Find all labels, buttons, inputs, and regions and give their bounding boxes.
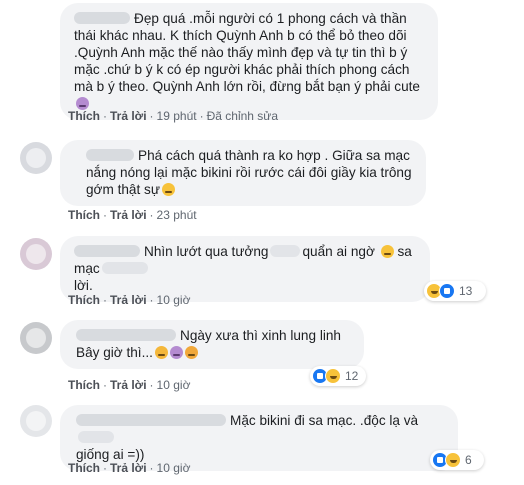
reaction-count: 13 [459,284,473,298]
reply-link[interactable]: Trả lời [110,109,147,123]
avatar[interactable] [20,142,52,174]
timestamp[interactable]: 10 giờ [157,461,191,475]
separator-dot: · [149,461,154,475]
comment-text-line2: Bây giờ thì... [76,345,153,360]
comment-bubble: Ngày xưa thì xinh lung linh Bây giờ thì..… [60,320,364,369]
avatar[interactable] [20,405,52,437]
like-link[interactable]: Thích [68,208,100,222]
redacted-text [270,245,301,257]
comment-actions: Thích · Trả lời · 10 giờ [68,461,190,475]
comment-text-line1: Ngày xưa thì xinh lung linh [180,328,341,343]
separator-dot: · [149,293,154,307]
comment-text-a: Nhìn lướt qua tưởng [144,244,269,259]
comment-actions: Thích · Trả lời · 19 phút · Đã chỉnh sửa [68,109,278,123]
commenter-name[interactable] [74,245,140,257]
avatar[interactable] [20,238,52,270]
redacted-text [78,431,114,443]
reaction-count: 6 [465,453,472,467]
separator-dot: · [149,378,154,392]
sweat-smile-emoji-icon [161,183,175,196]
reaction-summary[interactable]: 13 [424,281,486,301]
timestamp[interactable]: 19 phút [157,109,197,123]
avatar[interactable] [20,322,52,354]
separator-dot: · [103,461,107,475]
comment-text-b: giống ai =)) [76,447,145,462]
separator-dot: · [149,208,154,222]
comment-text-a: Mặc bikini đi sa mạc. .độc lạ và [230,413,419,428]
timestamp[interactable]: 23 phút [157,208,197,222]
shocked-face-emoji-icon [184,346,198,359]
separator-dot: · [199,109,204,123]
separator-dot: · [103,293,107,307]
comment-bubble: Đẹp quá .mỗi người có 1 phong cách và th… [60,3,438,120]
haha-icon [445,452,461,468]
comment-bubble: Phá cách quá thành ra ko hợp . Giữa sa m… [60,140,426,206]
avatar-blur [26,328,46,348]
timestamp[interactable]: 10 giờ [157,293,191,307]
comment-text-d: lời. [74,278,93,293]
edited-label[interactable]: Đã chỉnh sửa [207,109,278,123]
commenter-name[interactable] [76,414,226,426]
commenter-name[interactable] [86,149,134,161]
reply-link[interactable]: Trả lời [110,461,147,475]
woman-shrug-emoji-icon [169,346,183,359]
comment-text-b: quẩn ai ngờ [302,244,375,259]
comment-text: Phá cách quá thành ra ko hợp . Giữa sa m… [86,148,412,197]
separator-dot: · [103,378,107,392]
like-icon [439,283,455,299]
like-link[interactable]: Thích [68,293,100,307]
like-link[interactable]: Thích [68,378,100,392]
smile-emoji-icon [380,245,394,258]
reaction-summary[interactable]: 12 [310,366,366,386]
crying-face-emoji-icon [154,346,168,359]
like-link[interactable]: Thích [68,461,100,475]
reaction-summary[interactable]: 6 [430,450,484,470]
reply-link[interactable]: Trả lời [110,208,147,222]
separator-dot: · [103,109,107,123]
avatar-blur [26,244,46,264]
haha-icon [325,368,341,384]
comment-actions: Thích · Trả lời · 10 giờ [68,378,190,392]
comment-actions: Thích · Trả lời · 23 phút [68,208,197,222]
comment-actions: Thích · Trả lời · 10 giờ [68,293,190,307]
separator-dot: · [149,109,154,123]
avatar-blur [26,148,46,168]
reply-link[interactable]: Trả lời [110,293,147,307]
commenter-name[interactable] [74,12,130,24]
like-link[interactable]: Thích [68,109,100,123]
redacted-text [101,262,148,274]
avatar-blur [26,411,46,431]
separator-dot: · [103,208,107,222]
reply-link[interactable]: Trả lời [110,378,147,392]
timestamp[interactable]: 10 giờ [157,378,191,392]
reaction-count: 12 [345,369,359,383]
commenter-name[interactable] [76,329,176,341]
